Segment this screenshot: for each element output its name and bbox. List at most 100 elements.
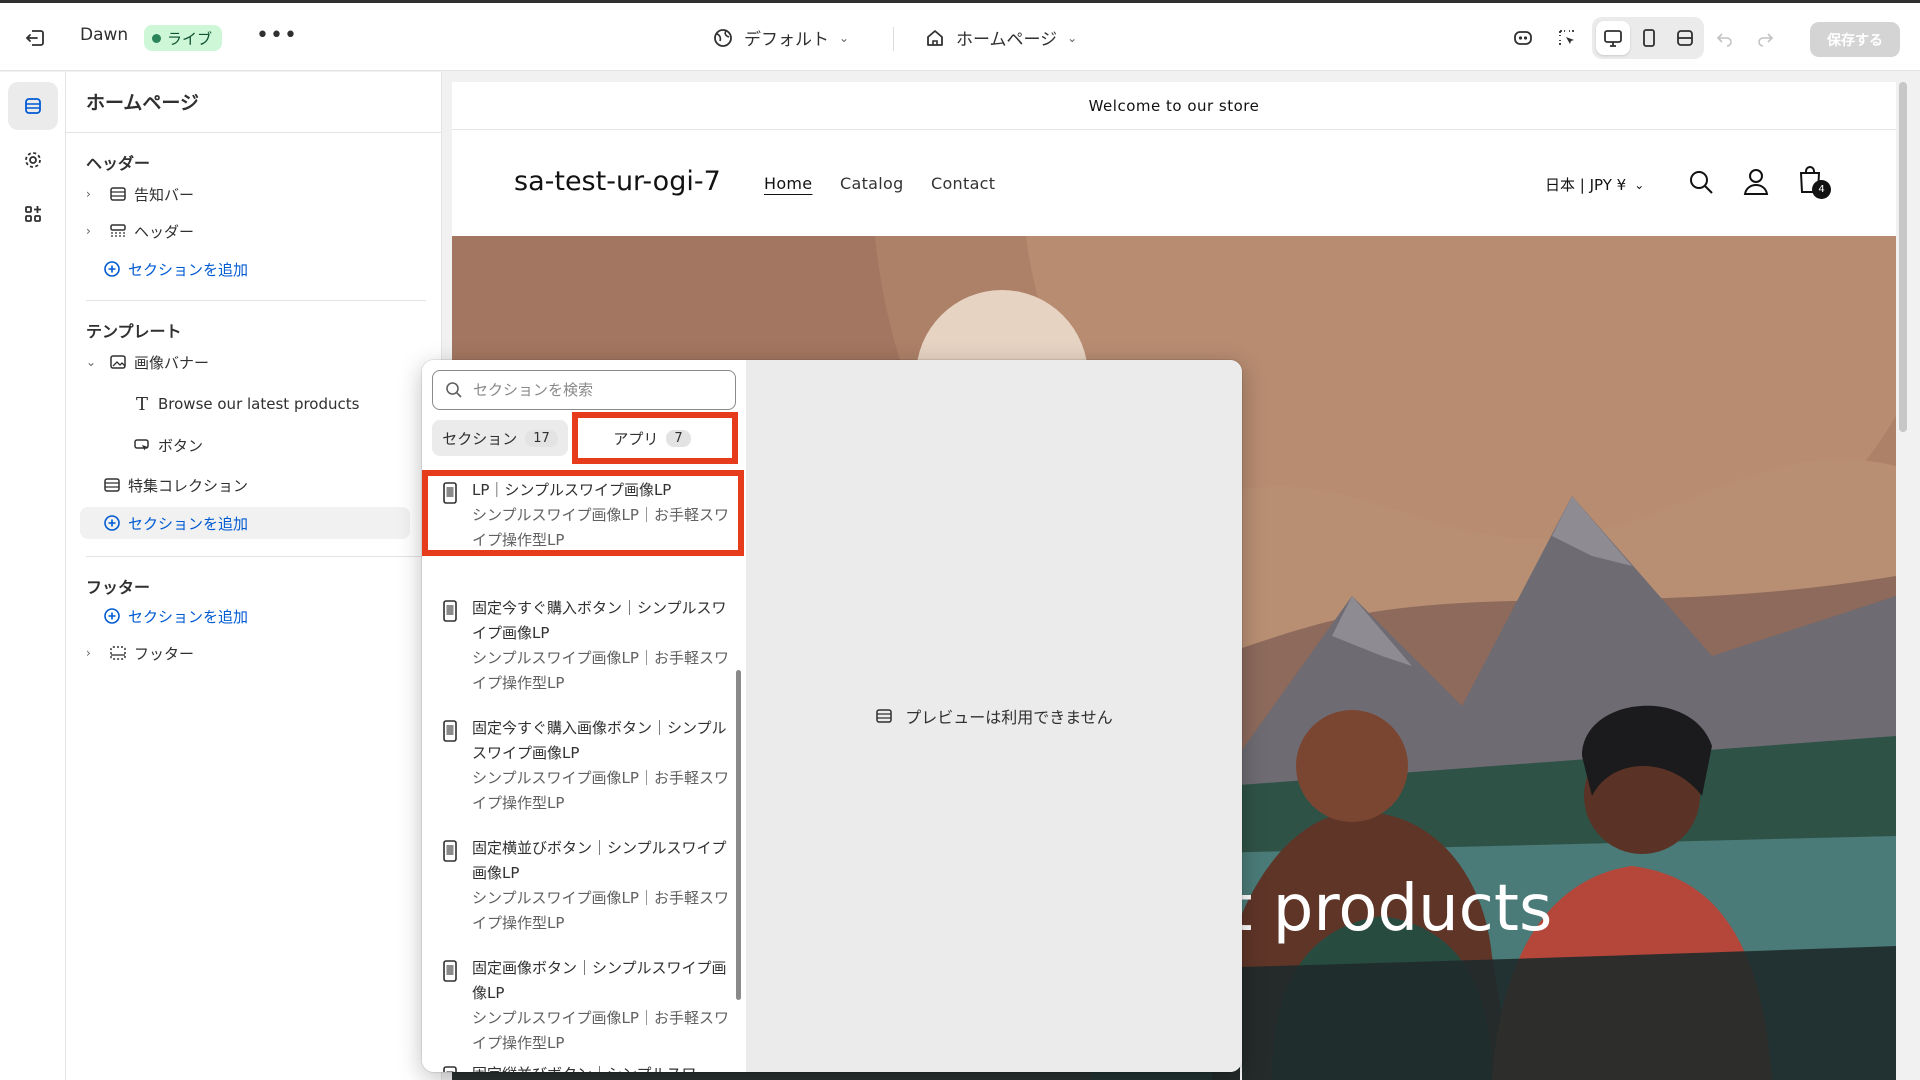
plus-circle-icon	[102, 259, 122, 279]
cart-count-badge: 4	[1812, 180, 1831, 199]
plus-circle-icon	[102, 513, 122, 533]
section-footer[interactable]: › フッター	[86, 637, 386, 669]
plus-circle-icon	[102, 606, 122, 626]
app-block-desc: シンプルスワイプ画像LP｜お手軽スワイプ操作型LP	[472, 769, 729, 812]
chevron-down-icon: ⌄	[1634, 177, 1645, 192]
section-label: 画像バナー	[134, 353, 210, 372]
footer-icon	[108, 643, 128, 663]
sensei-button[interactable]	[1508, 21, 1538, 55]
mobile-app-icon	[443, 482, 457, 504]
image-icon	[108, 352, 128, 372]
page-dropdown[interactable]: ホームページ ⌄	[924, 25, 1077, 50]
hero-heading: st products	[1194, 872, 1553, 946]
app-block-item[interactable]: 固定画像ボタン｜シンプルスワイプ画像LP シンプルスワイプ画像LP｜お手軽スワイプ…	[432, 956, 732, 1056]
undo-button[interactable]	[1710, 21, 1740, 55]
app-block-item[interactable]: 固定今すぐ購入画像ボタン｜シンプルスワイプ画像LP シンプルスワイプ画像LP｜お手…	[432, 716, 732, 816]
tab-count: 17	[525, 429, 558, 447]
home-icon	[927, 29, 943, 46]
nav-home[interactable]: Home	[764, 174, 812, 193]
mobile-app-icon	[443, 600, 457, 622]
gear-icon	[25, 152, 41, 168]
undo-icon	[1716, 33, 1732, 47]
mobile-icon[interactable]	[1638, 27, 1660, 49]
sections-nav-button[interactable]	[8, 82, 58, 130]
save-button[interactable]: 保存する	[1810, 22, 1900, 57]
account-icon[interactable]	[1742, 166, 1770, 196]
locale-label: 日本 | JPY ¥	[1545, 176, 1627, 194]
store-logo-text[interactable]: sa-test-ur-ogi-7	[514, 166, 721, 197]
app-block-name: 固定横並びボタン｜シンプルスワイプ画像LP	[472, 839, 727, 882]
locale-selector[interactable]: 日本 | JPY ¥ ⌄	[1545, 174, 1644, 195]
apps-nav-button[interactable]	[8, 190, 58, 238]
cart-button[interactable]: 4	[1796, 164, 1831, 200]
divider	[893, 27, 894, 51]
section-image-banner[interactable]: ⌄ 画像バナー	[86, 346, 386, 378]
tab-apps[interactable]: アプリ 7	[574, 420, 730, 456]
app-block-item[interactable]: 固定横並びボタン｜シンプルスワイプ画像LP シンプルスワイプ画像LP｜お手軽スワイ…	[432, 836, 732, 936]
section-featured-collection[interactable]: 特集コレクション	[102, 469, 402, 501]
app-block-desc: シンプルスワイプ画像LP｜お手軽スワイプ操作型LP	[472, 1009, 729, 1052]
divider	[86, 556, 426, 557]
chevron-down-icon: ⌄	[839, 30, 850, 45]
preview-scrollbar[interactable]	[1899, 82, 1907, 432]
chevron-down-icon: ⌄	[86, 355, 97, 369]
device-toggle	[1592, 17, 1704, 59]
inspect-cursor-icon	[1559, 30, 1574, 45]
divider	[66, 132, 442, 133]
picker-list-panel: セクション 17 アプリ 7 LP｜シンプルスワイプ画像LP シンプルスワイプ画像LP…	[422, 360, 746, 1072]
list-scrollbar[interactable]	[736, 670, 741, 1000]
editor-topbar: Dawn ライブ ••• デフォルト ⌄ ホームページ ⌄ 保存する	[0, 3, 1920, 71]
picker-preview-panel: プレビューは利用できません	[746, 360, 1242, 1072]
nav-contact[interactable]: Contact	[931, 174, 995, 193]
chevron-down-icon: ⌄	[1067, 30, 1078, 45]
block-text[interactable]: T Browse our latest products	[126, 388, 406, 420]
section-announcement-bar[interactable]: › 告知バー	[86, 178, 386, 210]
section-search-input[interactable]	[473, 381, 713, 399]
tab-sections[interactable]: セクション 17	[432, 420, 568, 456]
block-label: Browse our latest products	[158, 395, 360, 413]
live-dot	[152, 33, 161, 43]
live-badge: ライブ	[144, 25, 223, 51]
preset-dropdown-label: デフォルト	[744, 30, 829, 50]
sections-icon	[25, 98, 41, 114]
app-block-list: LP｜シンプルスワイプ画像LP シンプルスワイプ画像LP｜お手軽スワイプ操作型LP…	[422, 470, 746, 1072]
announcement-bar: Welcome to our store	[452, 82, 1896, 130]
add-section-footer-button[interactable]: セクションを追加	[102, 600, 386, 632]
app-block-name: 固定今すぐ購入画像ボタン｜シンプルスワイプ画像LP	[472, 719, 727, 762]
tab-count: 7	[666, 429, 691, 447]
section-header[interactable]: › ヘッダー	[86, 215, 386, 247]
exit-button[interactable]	[20, 23, 50, 53]
nav-catalog[interactable]: Catalog	[840, 174, 904, 193]
theme-settings-nav-button[interactable]	[8, 136, 58, 184]
block-button[interactable]: ボタン	[126, 429, 406, 461]
preset-dropdown[interactable]: デフォルト ⌄	[712, 25, 849, 50]
section-search-field[interactable]	[432, 370, 736, 410]
fullscreen-icon[interactable]	[1674, 27, 1696, 49]
theme-name: Dawn	[80, 25, 129, 45]
add-section-template-button[interactable]: セクションを追加	[80, 507, 410, 539]
search-icon[interactable]	[1687, 168, 1715, 196]
section-label: フッター	[134, 644, 195, 663]
app-block-item[interactable]: LP｜シンプルスワイプ画像LP シンプルスワイプ画像LP｜お手軽スワイプ操作型LP	[432, 478, 732, 553]
header-icon	[108, 221, 128, 241]
exit-icon	[25, 30, 44, 46]
app-block-item[interactable]: 固定今すぐ購入ボタン｜シンプルスワイプ画像LP シンプルスワイプ画像LP｜お手軽ス…	[432, 596, 732, 696]
button-cursor-icon	[132, 435, 152, 455]
no-preview-icon	[876, 709, 892, 723]
left-rail	[0, 72, 66, 1080]
redo-icon	[1758, 33, 1774, 47]
globe-icon	[714, 28, 732, 47]
app-block-desc: シンプルスワイプ画像LP｜お手軽スワイプ操作型LP	[472, 889, 729, 932]
mobile-app-icon	[443, 720, 457, 742]
inspector-button[interactable]	[1552, 21, 1582, 55]
redo-button[interactable]	[1750, 21, 1780, 55]
section-label: 告知バー	[134, 185, 195, 204]
app-block-name: 固定画像ボタン｜シンプルスワイプ画像LP	[472, 959, 727, 1002]
page-dropdown-label: ホームページ	[956, 30, 1058, 50]
store-header: sa-test-ur-ogi-7 Home Catalog Contact 日本…	[452, 130, 1896, 236]
more-actions-button[interactable]: •••	[256, 23, 298, 48]
app-block-item[interactable]: 固定縦並びボタン｜シンプルスワ	[432, 1062, 732, 1072]
add-section-header-button[interactable]: セクションを追加	[102, 253, 386, 285]
desktop-icon	[1604, 30, 1622, 47]
mobile-app-icon	[443, 1066, 457, 1072]
